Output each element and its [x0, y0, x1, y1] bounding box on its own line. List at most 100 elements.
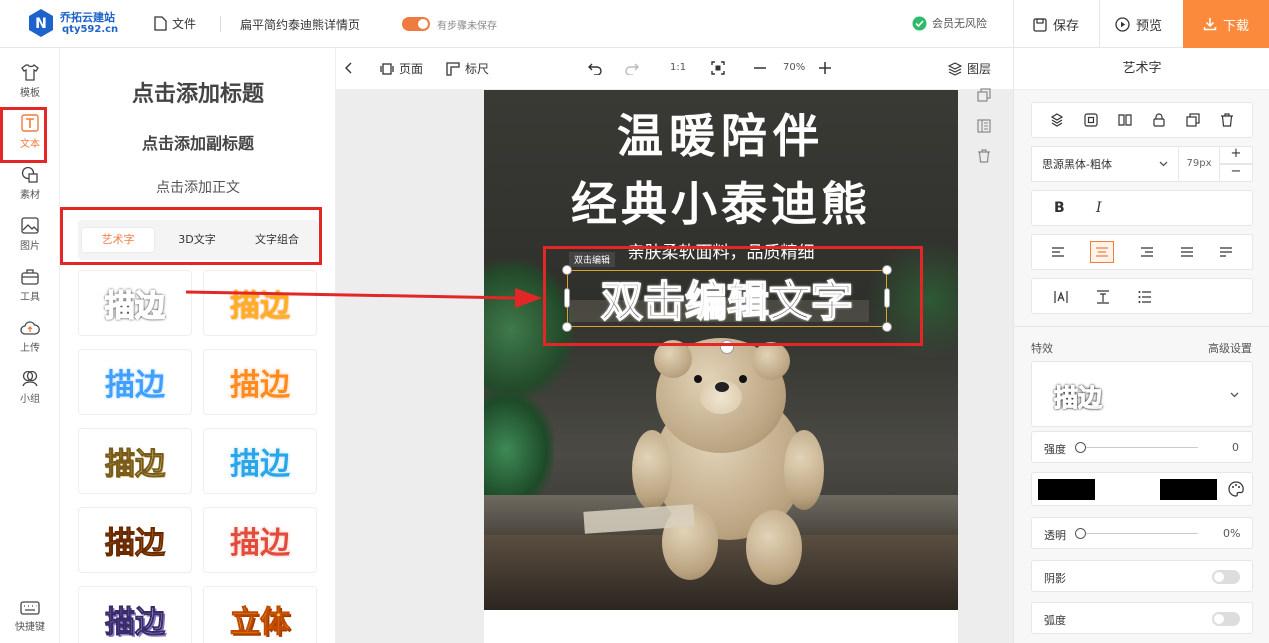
strength-track[interactable]: [1080, 447, 1198, 448]
strength-slider-thumb[interactable]: [1075, 442, 1086, 453]
effect-select[interactable]: 描边: [1031, 361, 1253, 427]
pointer-arrow-icon: [185, 288, 542, 308]
preview-button[interactable]: 预览: [1115, 15, 1162, 34]
art-style-thumb[interactable]: 描边: [203, 349, 317, 415]
justify-all-icon[interactable]: [1219, 246, 1233, 258]
duplicate-icon[interactable]: [1186, 113, 1200, 127]
line-height-icon[interactable]: [1096, 290, 1110, 304]
flip-icon[interactable]: [1118, 113, 1132, 127]
art-style-thumb[interactable]: 描边: [78, 270, 192, 336]
lock-icon[interactable]: [1152, 113, 1166, 127]
font-size-decrease-button[interactable]: −: [1219, 164, 1253, 182]
font-family-select[interactable]: 思源黑体-粗体: [1031, 146, 1179, 182]
nav-material[interactable]: 素材: [0, 160, 60, 206]
zoom-out-icon[interactable]: [754, 67, 766, 69]
art-style-thumb[interactable]: 描边: [78, 507, 192, 573]
keyboard-icon: [20, 601, 40, 615]
brand-domain: qty592.cn: [62, 24, 119, 35]
file-menu[interactable]: 文件: [154, 15, 196, 32]
redo-icon[interactable]: [625, 61, 639, 75]
headline-2[interactable]: 经典小泰迪熊: [484, 168, 958, 234]
ruler-button[interactable]: 标尺: [446, 60, 489, 77]
play-icon: [1115, 17, 1130, 32]
add-page-icon[interactable]: [977, 119, 991, 133]
nav-upload[interactable]: 上传: [0, 313, 60, 359]
nav-tools[interactable]: 工具: [0, 262, 60, 308]
opacity-slider-thumb[interactable]: [1075, 528, 1086, 539]
collapse-icon[interactable]: [344, 62, 354, 74]
shadow-label: 阴影: [1044, 572, 1066, 585]
divider: [220, 16, 221, 32]
bold-button[interactable]: B: [1054, 200, 1065, 216]
bear-eye: [739, 375, 747, 383]
artboard[interactable]: 温暖陪伴 经典小泰迪熊 亲肤柔软面料，品质精细 双击编辑文字 双击编辑: [484, 90, 958, 610]
bear-arm: [784, 430, 824, 510]
undo-icon[interactable]: [588, 61, 602, 75]
canvas-toolbar: 页面 标尺 1:1 70% 图层: [336, 48, 1013, 90]
layer-order-icon[interactable]: [1050, 113, 1064, 127]
add-subtitle-button[interactable]: 点击添加副标题: [60, 130, 336, 154]
justify-icon[interactable]: [1180, 246, 1194, 258]
italic-button[interactable]: I: [1096, 200, 1102, 216]
highlight-box: [0, 107, 47, 163]
layers-label: 图层: [967, 62, 992, 76]
delete-page-icon[interactable]: [977, 149, 991, 163]
effects-label: 特效: [1031, 342, 1053, 355]
zoom-level: 70%: [783, 62, 806, 73]
document-title[interactable]: 扁平简约泰迪熊详情页: [240, 16, 360, 33]
palette-icon[interactable]: [1228, 481, 1244, 497]
art-style-thumb[interactable]: 描边: [78, 428, 192, 494]
art-style-thumb[interactable]: 描边: [203, 428, 317, 494]
add-title-button[interactable]: 点击添加标题: [60, 76, 336, 108]
ratio-button[interactable]: 1:1: [670, 62, 686, 73]
bear-ear: [752, 342, 790, 380]
stroke-color-swatch[interactable]: [1160, 479, 1217, 500]
align-right-icon[interactable]: [1140, 246, 1154, 258]
next-page-preview[interactable]: [484, 610, 958, 643]
add-body-button[interactable]: 点击添加正文: [60, 177, 336, 197]
font-family-value: 思源黑体-粗体: [1042, 158, 1112, 171]
trash-icon[interactable]: [1220, 113, 1234, 127]
style-row: B I: [1031, 190, 1253, 226]
nav-image[interactable]: 图片: [0, 211, 60, 257]
font-size-input[interactable]: 79px: [1178, 146, 1220, 182]
art-style-thumb[interactable]: 描边: [78, 586, 192, 643]
nav-template-label: 模板: [20, 87, 40, 99]
art-style-thumb[interactable]: 立体: [203, 586, 317, 643]
save-button[interactable]: 保存: [1033, 15, 1079, 34]
align-left-icon[interactable]: [1051, 246, 1065, 258]
art-style-thumb[interactable]: 描边: [78, 349, 192, 415]
nav-shortcuts[interactable]: 快捷键: [0, 594, 60, 640]
headline-1[interactable]: 温暖陪伴: [484, 100, 958, 166]
zoom-in-icon[interactable]: [819, 62, 831, 74]
member-badge[interactable]: 会员无风险: [912, 15, 987, 31]
nav-group[interactable]: 小组: [0, 364, 60, 410]
spacing-row: [1031, 278, 1253, 314]
nav-group-label: 小组: [20, 393, 40, 405]
letter-spacing-icon[interactable]: [1054, 290, 1068, 304]
fill-color-swatch[interactable]: [1038, 479, 1095, 500]
opacity-value: 0%: [1223, 527, 1241, 540]
nav-template[interactable]: 模板: [0, 58, 60, 104]
align-center-button[interactable]: [1090, 241, 1115, 263]
download-button[interactable]: 下载: [1183, 0, 1269, 48]
align-center-icon[interactable]: [1084, 113, 1098, 127]
download-icon: [1203, 18, 1217, 31]
bear-arm: [632, 430, 672, 510]
bench-front: [484, 535, 958, 610]
image-icon: [21, 216, 39, 234]
page-button[interactable]: 页面: [380, 60, 423, 77]
advanced-settings-link[interactable]: 高级设置: [1208, 340, 1252, 356]
opacity-track[interactable]: [1080, 533, 1198, 534]
copy-page-icon[interactable]: [977, 88, 991, 102]
arc-toggle[interactable]: [1212, 612, 1240, 626]
autosave-toggle[interactable]: [402, 17, 430, 31]
fit-screen-icon[interactable]: [711, 61, 725, 75]
layers-button[interactable]: 图层: [948, 60, 991, 77]
font-size-increase-button[interactable]: +: [1219, 146, 1253, 164]
list-icon[interactable]: [1138, 290, 1152, 304]
art-style-thumb[interactable]: 描边: [203, 507, 317, 573]
shadow-toggle[interactable]: [1212, 570, 1240, 584]
brand-name: 乔拓云建站: [60, 11, 115, 24]
download-label: 下载: [1222, 18, 1249, 34]
